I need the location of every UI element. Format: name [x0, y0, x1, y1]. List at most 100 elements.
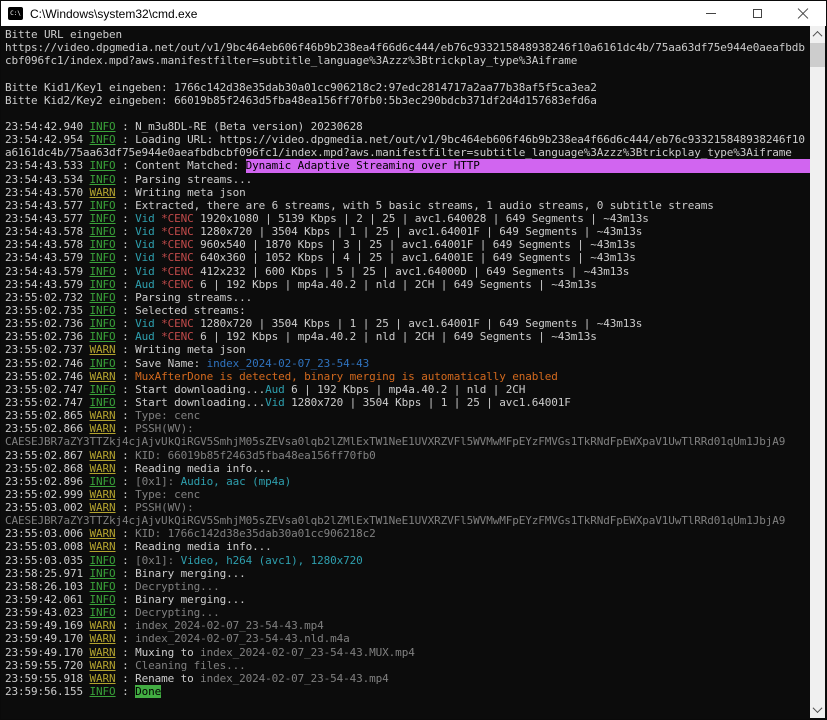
log-line: 23:55:02.736 INFO : Vid *CENC 1280x720 |… — [5, 317, 810, 330]
log-segment: WARN — [89, 645, 116, 659]
log-segment: Vid — [135, 264, 155, 278]
minimize-button[interactable] — [688, 1, 734, 26]
maximize-icon — [752, 9, 762, 18]
log-segment: 1280x720 | 3504 Kbps | 1 | 25 | avc1.640… — [193, 317, 643, 331]
log-segment: INFO — [89, 211, 116, 225]
log-segment: MuxAfterDone is detected, binary merging… — [135, 369, 558, 383]
log-segment: Cleaning files... — [135, 658, 246, 672]
log-segment: INFO — [89, 685, 116, 699]
log-segment: INFO — [89, 474, 116, 488]
log-line: 23:54:43.577 INFO : Extracted, there are… — [5, 199, 810, 212]
log-segment: : Binary merging... — [115, 566, 246, 580]
log-segment: : — [115, 409, 136, 423]
maximize-button[interactable] — [734, 1, 780, 26]
log-line: 23:55:02.866 WARN : PSSH(WV): — [5, 422, 810, 435]
log-segment: 23:54:43.577 — [5, 211, 90, 225]
log-segment: INFO — [89, 264, 116, 278]
log-line: Bitte Kid1/Key1 eingeben: 1766c142d38e35… — [5, 81, 810, 94]
log-line: 23:55:02.736 INFO : Aud *CENC 6 | 192 Kb… — [5, 330, 810, 343]
log-line: a6161dc4b/75aa63df75e944e0aeafbdbcbf096f… — [5, 146, 810, 159]
log-segment: : — [115, 422, 136, 436]
log-segment: 23:54:43.570 — [5, 185, 90, 199]
scroll-down-button[interactable] — [810, 701, 825, 718]
log-segment: Done — [135, 685, 162, 699]
log-segment: Dynamic Adaptive Streaming over HTTP — [245, 159, 810, 173]
log-segment: 23:54:43.577 — [5, 198, 90, 212]
log-segment: WARN — [89, 501, 116, 515]
log-line: 23:59:42.061 INFO : Binary merging... — [5, 593, 810, 606]
log-line: CAESEJBR7aZY3TTZkj4cjAjvUkQiRGV5SmhjM05s… — [5, 435, 810, 448]
log-segment: *CENC — [161, 251, 194, 265]
log-line: 23:55:03.006 WARN : KID: 1766c142d38e35d… — [5, 527, 810, 540]
log-segment: Aud — [135, 330, 155, 344]
log-segment: [0x1]: — [135, 553, 181, 567]
log-segment: : — [115, 448, 136, 462]
log-segment: Decrypting... — [135, 579, 220, 593]
close-button[interactable] — [780, 1, 826, 26]
log-segment: INFO — [89, 238, 116, 252]
close-icon — [797, 8, 809, 20]
log-segment: INFO — [89, 566, 116, 580]
log-segment: index_2024-02-07_23-54-43.nld.m4a — [135, 632, 350, 646]
log-line: 23:54:43.577 INFO : Vid *CENC 1920x1080 … — [5, 212, 810, 225]
log-segment: KID: 1766c142d38e35dab30a01cc906218c2 — [135, 527, 376, 541]
log-segment: *CENC — [161, 330, 194, 344]
log-segment: 23:54:43.579 — [5, 264, 90, 278]
log-segment: *CENC — [161, 317, 194, 331]
log-segment: : — [115, 211, 136, 225]
log-segment: : Save Name: — [115, 356, 207, 370]
log-segment: 23:54:42.954 — [5, 133, 90, 147]
log-segment: : — [115, 619, 136, 633]
log-segment: 23:55:02.866 — [5, 422, 90, 436]
log-segment: 23:55:02.747 — [5, 382, 90, 396]
log-segment: WARN — [89, 619, 116, 633]
log-segment: index_2024-02-07_23-54-43 — [206, 356, 370, 370]
log-segment: INFO — [89, 172, 116, 186]
log-segment: WARN — [89, 540, 116, 554]
log-segment: INFO — [89, 553, 116, 567]
log-line: 23:58:25.971 INFO : Binary merging... — [5, 567, 810, 580]
log-segment: : — [115, 251, 136, 265]
log-segment: : Start downloading... — [115, 382, 266, 396]
log-segment: index_2024-02-07_23-54-43.mp4 — [200, 671, 389, 685]
log-segment: 23:59:49.169 — [5, 619, 90, 633]
log-line: Bitte Kid2/Key2 eingeben: 66019b85f2463d… — [5, 94, 810, 107]
log-segment: *CENC — [161, 264, 194, 278]
log-segment: WARN — [89, 448, 116, 462]
terminal[interactable]: Bitte URL eingeben https://video.dpgmedia… — [2, 26, 825, 718]
log-segment: PSSH(WV): — [135, 422, 194, 436]
log-line: 23:54:43.578 INFO : Vid *CENC 960x540 | … — [5, 238, 810, 251]
log-segment: : Reading media info... — [115, 540, 272, 554]
log-segment: index_2024-02-07_23-54-43.MUX.mp4 — [200, 645, 415, 659]
log-segment: : Selected streams: — [115, 303, 246, 317]
log-segment: WARN — [89, 527, 116, 541]
scrollbar[interactable] — [810, 26, 825, 718]
log-segment: : — [115, 527, 136, 541]
log-line: Bitte URL eingeben — [5, 28, 810, 41]
log-segment: Aud — [135, 277, 155, 291]
log-segment: Vid — [135, 225, 155, 239]
log-segment: Vid — [135, 317, 155, 331]
log-segment: WARN — [89, 185, 116, 199]
log-segment: : — [115, 658, 136, 672]
log-segment: 23:55:02.746 — [5, 356, 90, 370]
log-segment: 960x540 | 1870 Kbps | 3 | 25 | avc1.6400… — [193, 238, 636, 252]
cmd-app-icon[interactable]: C:\ — [8, 7, 23, 20]
log-segment: : Start downloading... — [115, 395, 266, 409]
log-segment: : Parsing streams... — [115, 290, 253, 304]
scrollbar-thumb[interactable] — [810, 43, 825, 67]
log-line: 23:55:02.867 WARN : KID: 66019b85f2463d5… — [5, 449, 810, 462]
log-line: 23:54:43.579 INFO : Vid *CENC 640x360 | … — [5, 251, 810, 264]
scroll-up-button[interactable] — [810, 26, 825, 43]
log-segment: *CENC — [161, 225, 194, 239]
log-segment: 23:59:49.170 — [5, 632, 90, 646]
log-line: 23:59:49.170 WARN : Muxing to index_2024… — [5, 646, 810, 659]
log-segment: 23:55:02.865 — [5, 409, 90, 423]
log-segment: 23:55:03.006 — [5, 527, 90, 541]
log-segment: : N_m3u8DL-RE (Beta version) 20230628 — [115, 119, 363, 133]
log-segment: 23:55:02.736 — [5, 317, 90, 331]
log-segment: : — [115, 317, 136, 331]
log-segment: Bitte Kid2/Key2 eingeben: 66019b85f2463d… — [5, 93, 597, 107]
log-segment: 23:59:55.918 — [5, 671, 90, 685]
